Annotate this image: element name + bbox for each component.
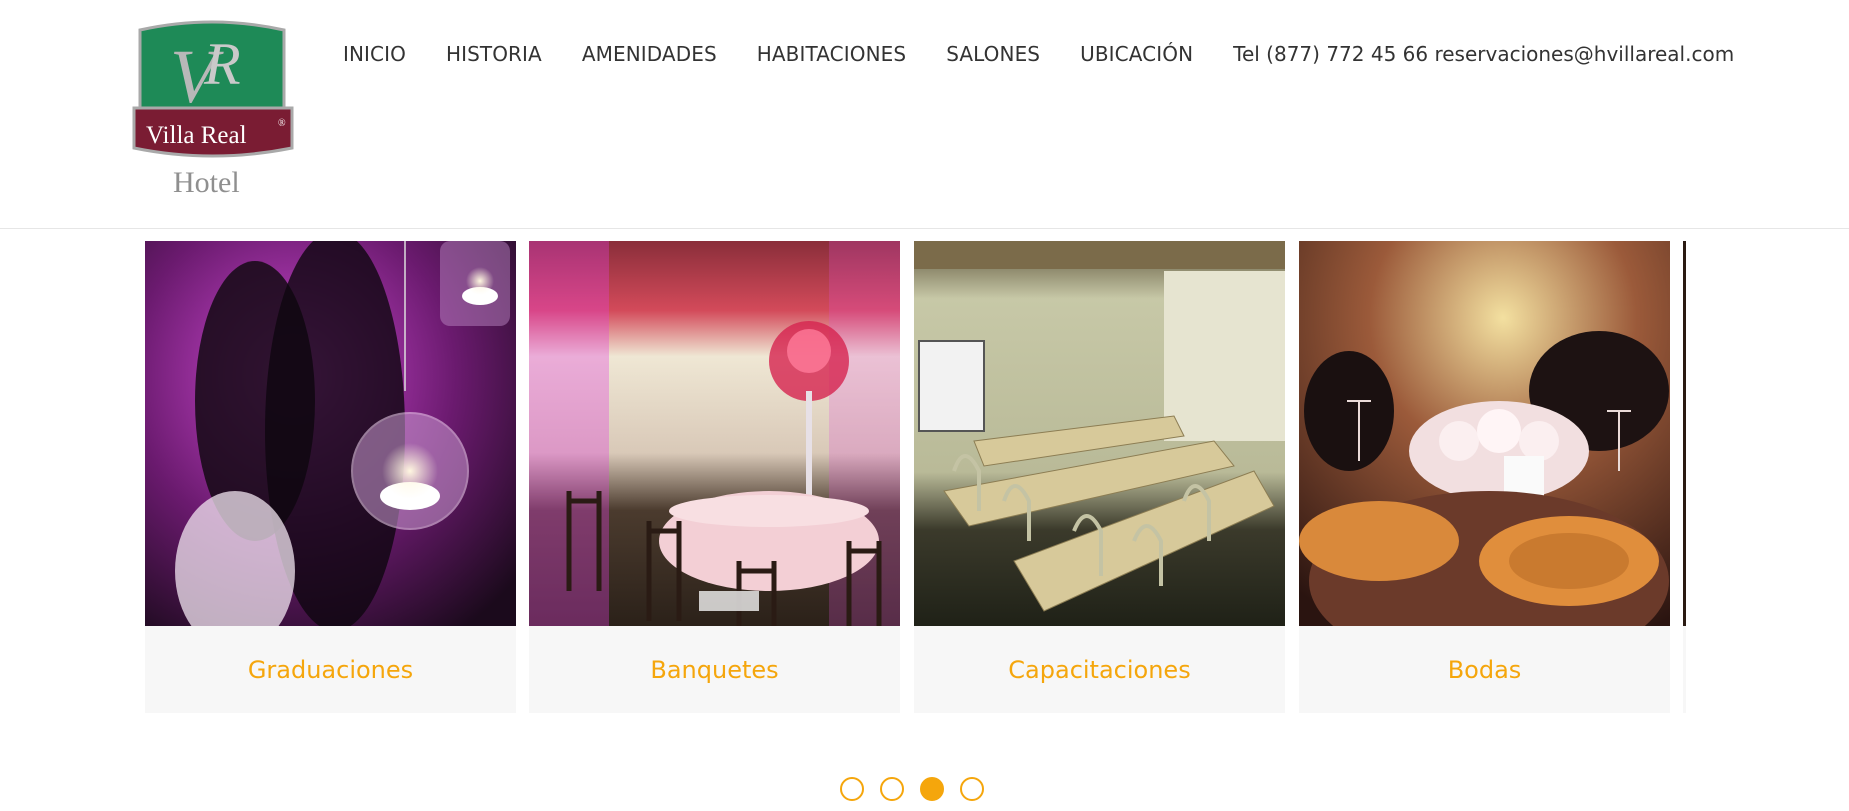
bodas-photo <box>1299 241 1670 626</box>
pagination-dot-2[interactable] <box>880 777 904 801</box>
card-title[interactable]: Banquetes <box>529 626 900 713</box>
pagination-dot-3-active[interactable] <box>920 777 944 801</box>
card-title[interactable]: Capacitaciones <box>914 626 1285 713</box>
svg-text:R: R <box>203 31 241 97</box>
nav-item-inicio[interactable]: INICIO <box>343 42 406 66</box>
nav-item-ubicacion[interactable]: UBICACIÓN <box>1080 42 1193 66</box>
next-card-peek-caption <box>1683 626 1686 713</box>
capacitaciones-photo <box>914 241 1285 626</box>
graduaciones-photo <box>145 241 516 626</box>
main-nav: INICIO HISTORIA AMENIDADES HABITACIONES … <box>343 40 1734 68</box>
event-carousel: Graduaciones Banquetes Capacitaciones Bo… <box>0 241 1849 721</box>
carousel-card-bodas[interactable]: Bodas <box>1299 241 1670 713</box>
card-title[interactable]: Bodas <box>1299 626 1670 713</box>
pagination-dot-1[interactable] <box>840 777 864 801</box>
card-title[interactable]: Graduaciones <box>145 626 516 713</box>
carousel-card-capacitaciones[interactable]: Capacitaciones <box>914 241 1285 713</box>
nav-item-amenidades[interactable]: AMENIDADES <box>582 42 717 66</box>
logo-subtitle: Hotel <box>173 166 240 199</box>
carousel-card-graduaciones[interactable]: Graduaciones <box>145 241 516 713</box>
registered-mark: ® <box>278 118 286 129</box>
nav-item-salones[interactable]: SALONES <box>946 42 1040 66</box>
pagination-dot-4[interactable] <box>960 777 984 801</box>
nav-item-habitaciones[interactable]: HABITACIONES <box>757 42 906 66</box>
carousel-card-banquetes[interactable]: Banquetes <box>529 241 900 713</box>
contact-info[interactable]: Tel (877) 772 45 66 reservaciones@hvilla… <box>1233 42 1734 66</box>
next-card-peek <box>1683 241 1686 626</box>
nav-item-historia[interactable]: HISTORIA <box>446 42 542 66</box>
logo-name-text: Villa Real <box>146 122 247 149</box>
site-header: V R Villa Real ® Hotel INICIO HISTORIA A… <box>0 0 1849 229</box>
villa-real-logo[interactable]: V R Villa Real ® Hotel <box>132 12 294 200</box>
carousel-pagination <box>840 777 1000 801</box>
banquetes-photo <box>529 241 900 626</box>
